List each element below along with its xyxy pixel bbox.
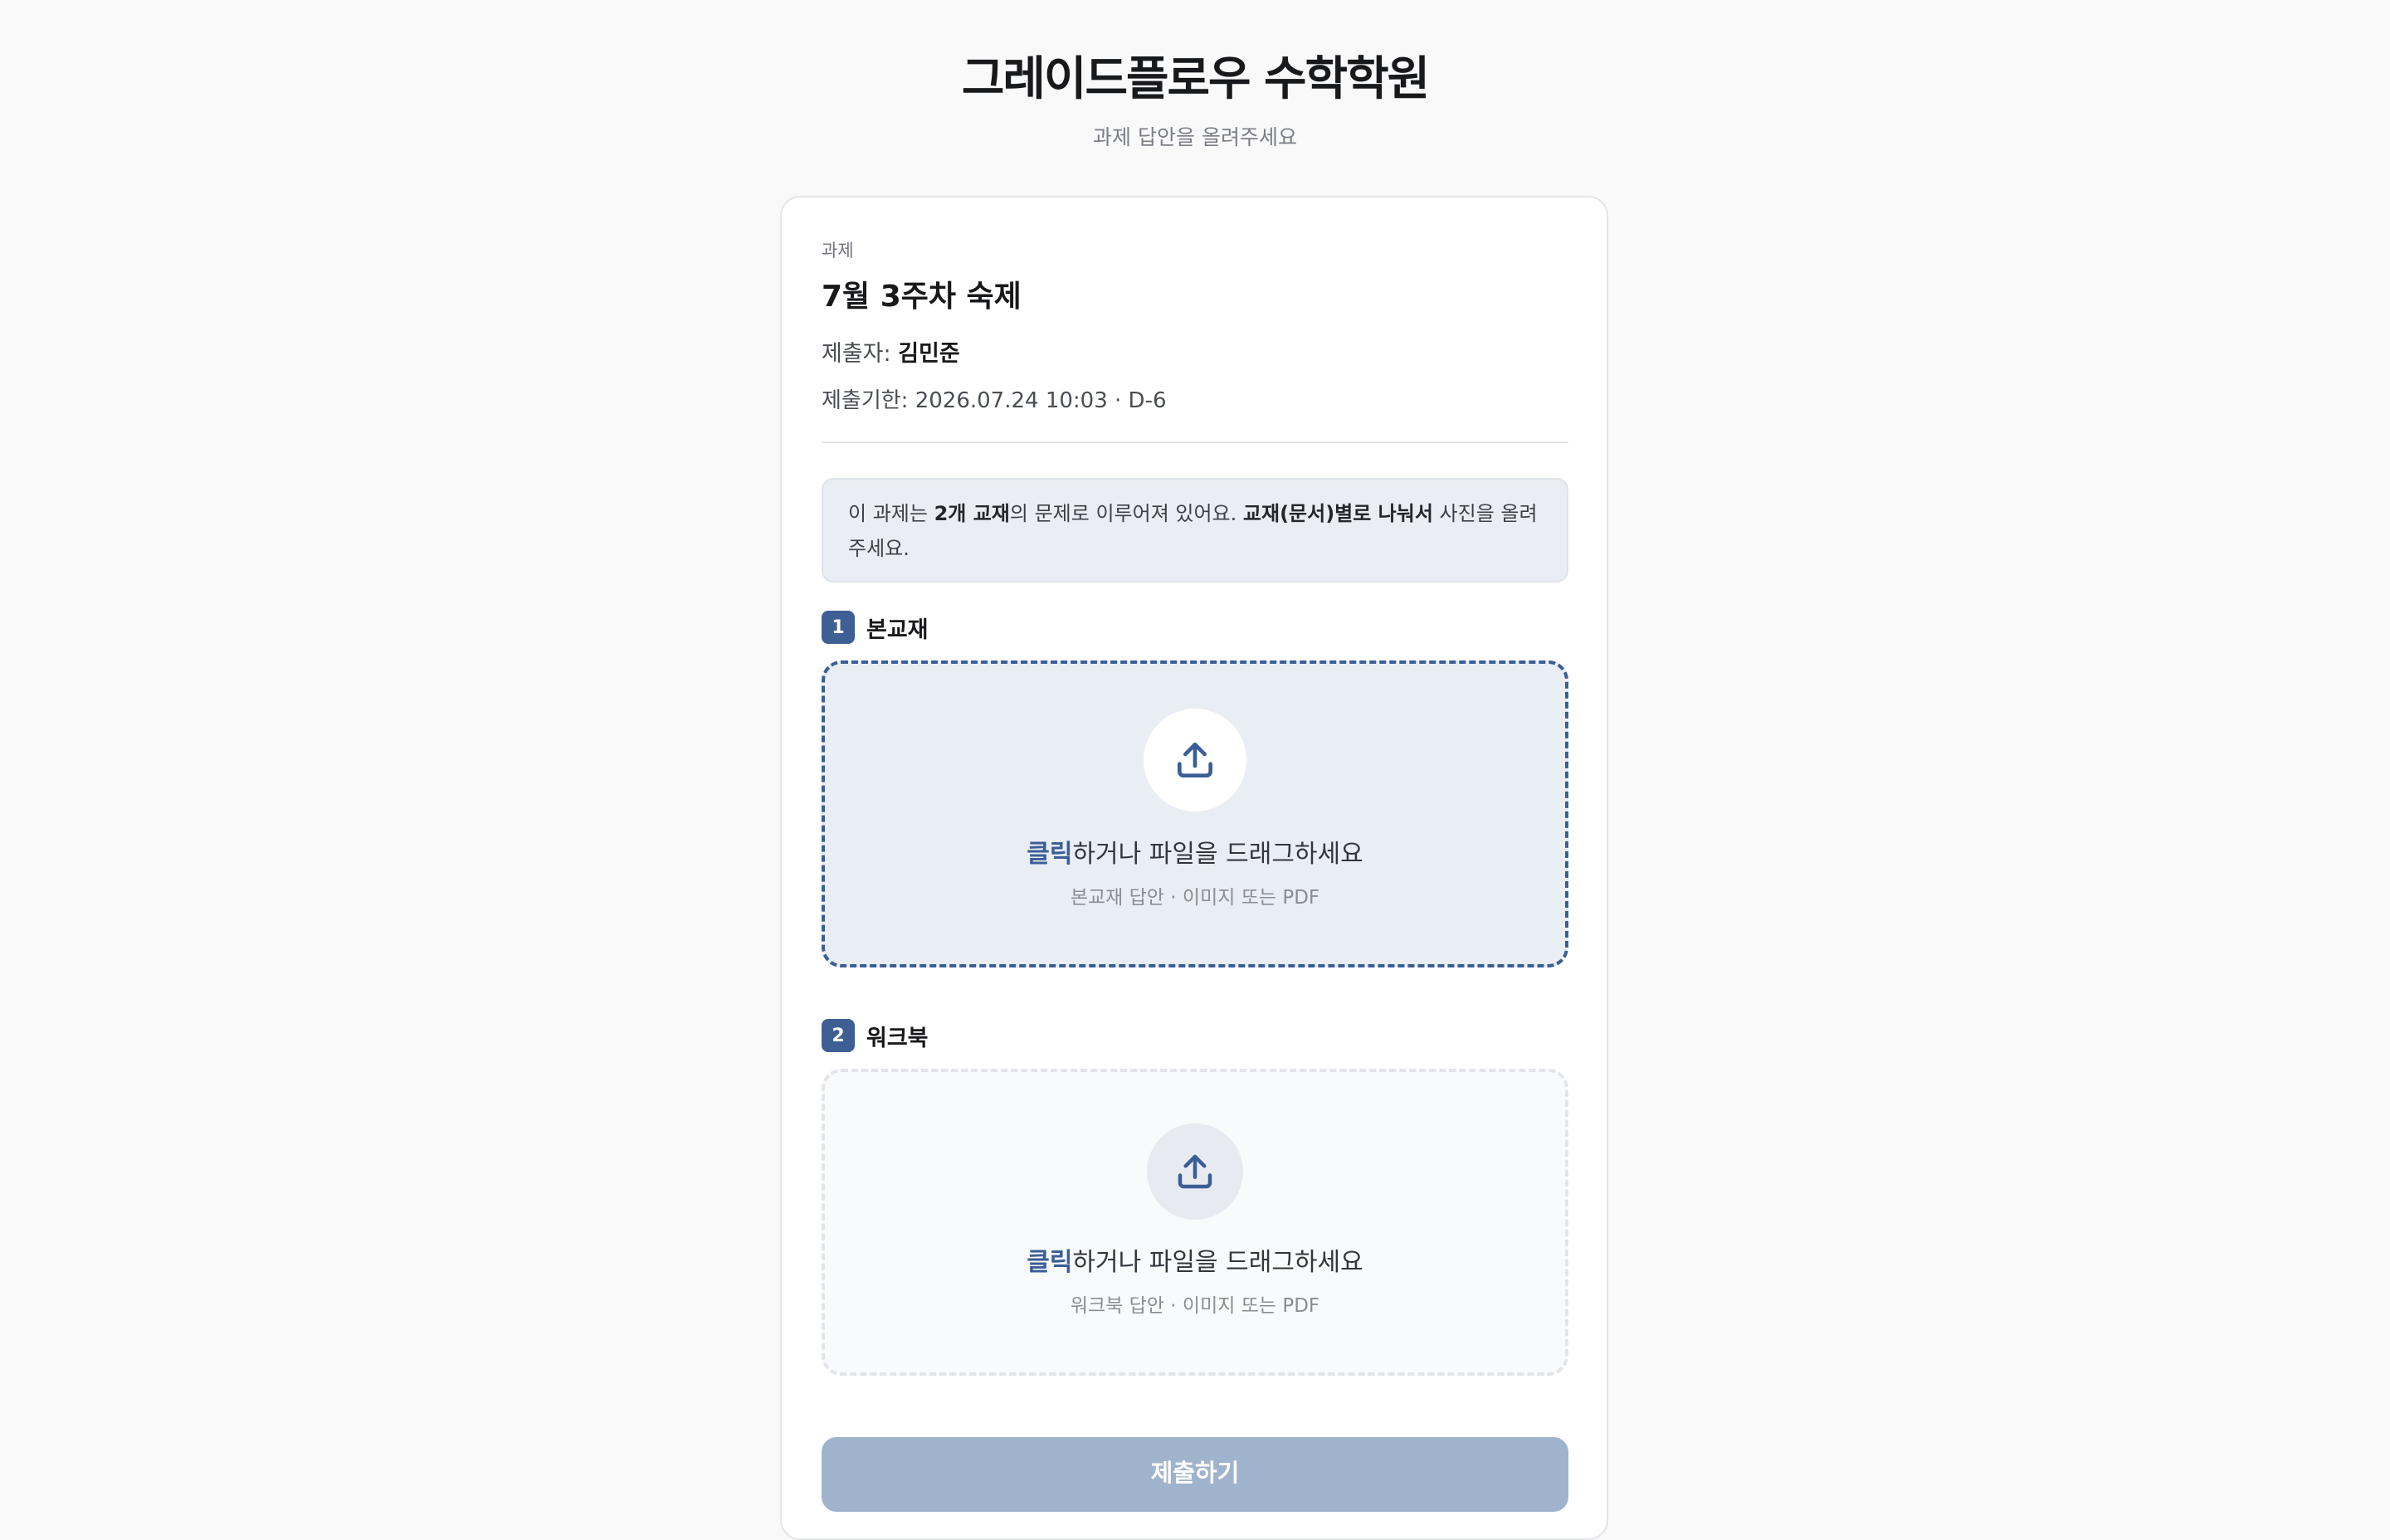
dropzone-hint: 워크북 답안 · 이미지 또는 PDF xyxy=(1070,1295,1320,1317)
upload-icon xyxy=(1178,1154,1212,1189)
click-link-text[interactable]: 클릭 xyxy=(1027,840,1072,869)
submitter-label: 제출자: xyxy=(822,341,899,367)
deadline-info: 제출기한: 2026.07.24 10:03 · D-6 xyxy=(822,388,1167,413)
submission-card: 과제 7월 3주차 숙제 제출자: 김민준 제출기한: 2026.07.24 1… xyxy=(780,196,1608,1540)
dropzone-instruction: 클릭하거나 파일을 드래그하세요 xyxy=(1027,833,1363,870)
section-number-badge: 1 xyxy=(822,611,855,644)
notice-bold-2: 교재(문서)별로 나눠서 xyxy=(1242,502,1433,525)
upload-page: 그레이드플로우 수학학원 과제 답안을 올려주세요 과제 7월 3주차 숙제 제… xyxy=(0,0,2390,1540)
submit-button[interactable]: 제출하기 xyxy=(822,1437,1568,1512)
divider xyxy=(822,441,1568,443)
dropzone-hint: 본교재 답안 · 이미지 또는 PDF xyxy=(1070,887,1320,909)
upload-dropzone-workbook[interactable]: 클릭하거나 파일을 드래그하세요 워크북 답안 · 이미지 또는 PDF xyxy=(822,1069,1568,1376)
page-subtitle: 과제 답안을 올려주세요 xyxy=(1093,125,1297,149)
section-title: 워크북 xyxy=(866,1025,929,1051)
section-header-workbook: 2 워크북 xyxy=(822,1019,929,1052)
click-link-text[interactable]: 클릭 xyxy=(1027,1248,1072,1277)
section-header-main-textbook: 1 본교재 xyxy=(822,611,929,644)
drag-text: 하거나 파일을 드래그하세요 xyxy=(1072,840,1363,869)
info-notice: 이 과제는 2개 교재의 문제로 이루어져 있어요. 교재(문서)별로 나눠서 … xyxy=(822,478,1568,582)
section-title: 본교재 xyxy=(866,616,929,643)
upload-icon-circle xyxy=(1144,709,1246,811)
submitter-info: 제출자: 김민준 xyxy=(822,335,960,368)
upload-icon xyxy=(1178,743,1212,777)
notice-text-2: 의 문제로 이루어져 있어요. xyxy=(1009,502,1243,525)
drag-text: 하거나 파일을 드래그하세요 xyxy=(1072,1248,1363,1277)
upload-icon-circle xyxy=(1147,1123,1243,1220)
submitter-name: 김민준 xyxy=(898,341,960,367)
notice-bold-1: 2개 교재 xyxy=(934,502,1010,525)
assignment-title: 7월 3주차 숙제 xyxy=(822,280,1022,314)
dropzone-instruction: 클릭하거나 파일을 드래그하세요 xyxy=(1027,1241,1363,1278)
section-number-badge: 2 xyxy=(822,1019,855,1052)
upload-dropzone-main-textbook[interactable]: 클릭하거나 파일을 드래그하세요 본교재 답안 · 이미지 또는 PDF xyxy=(822,660,1568,967)
page-title: 그레이드플로우 수학학원 xyxy=(961,52,1430,106)
notice-text-1: 이 과제는 xyxy=(848,502,934,525)
assignment-label: 과제 xyxy=(822,241,854,261)
